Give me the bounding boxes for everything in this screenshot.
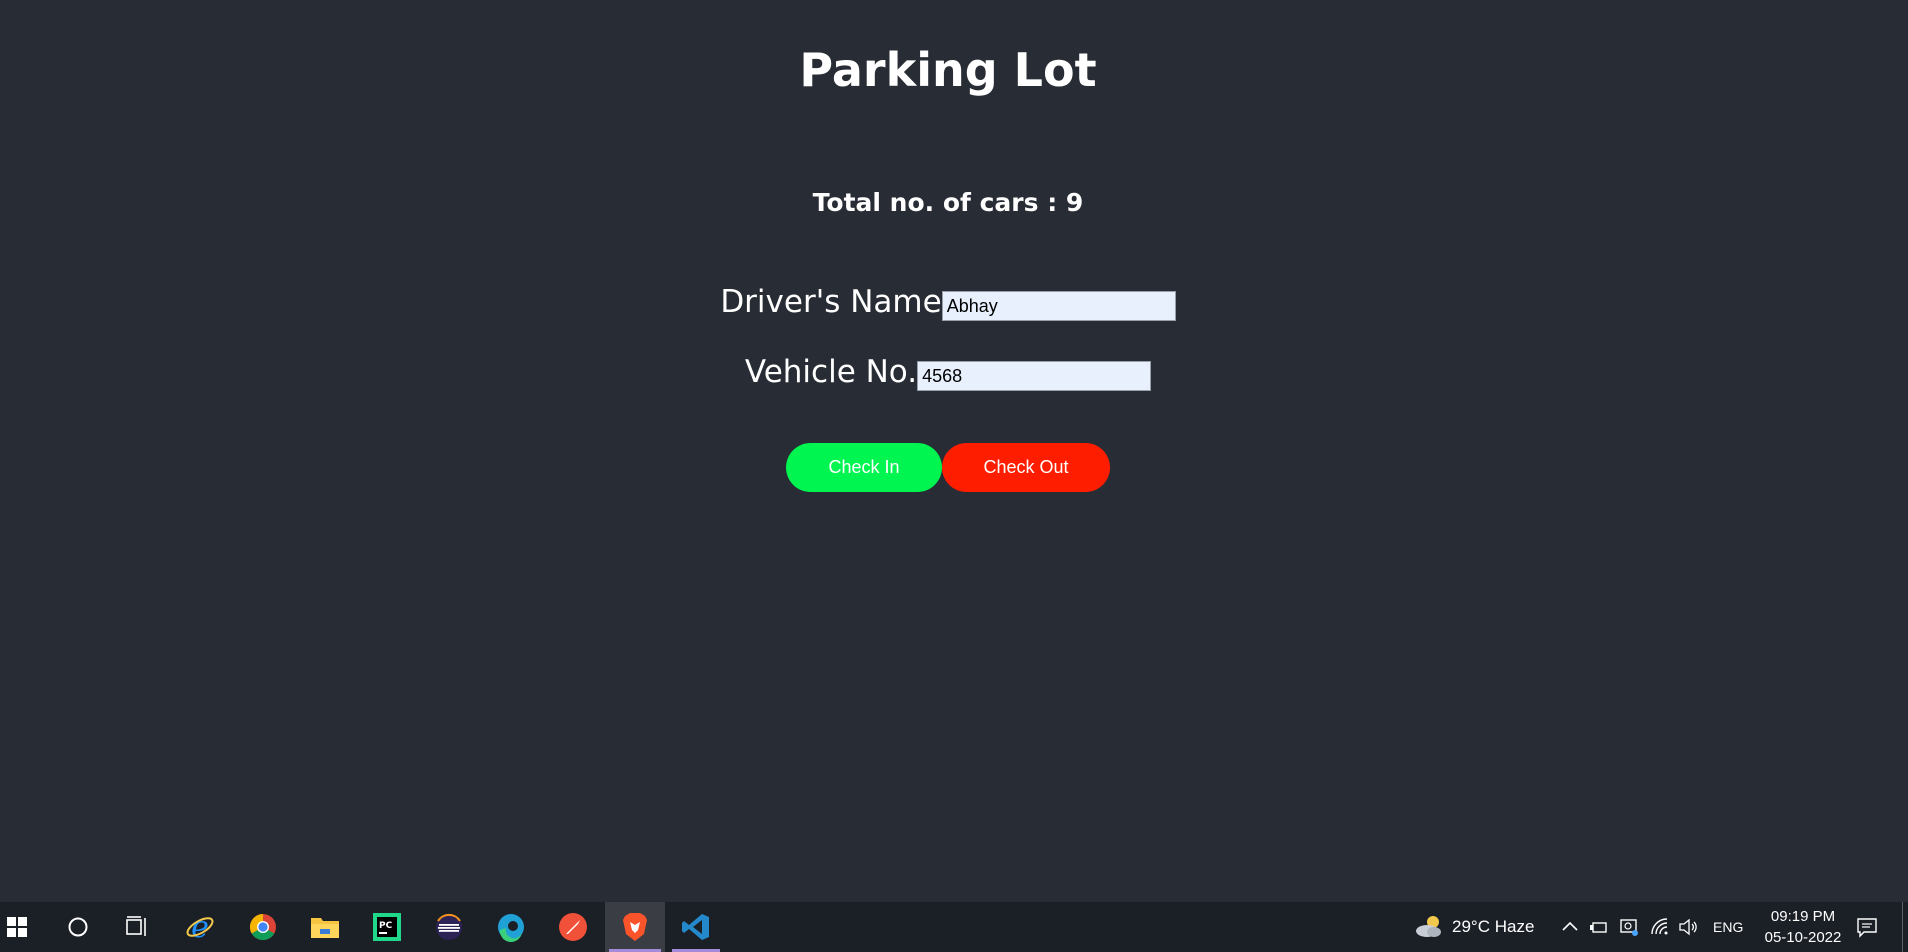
edge-button[interactable] (481, 902, 541, 952)
clock[interactable]: 09:19 PM 05-10-2022 (1748, 906, 1858, 948)
notification-center-icon[interactable] (1856, 916, 1878, 938)
action-buttons: Check In Check Out (0, 443, 1896, 492)
brave-button[interactable] (605, 902, 665, 952)
brave-icon (623, 913, 647, 941)
vscode-button[interactable] (668, 902, 724, 952)
clock-time: 09:19 PM (1770, 908, 1836, 925)
internet-explorer-icon: e (186, 912, 214, 942)
vehicle-number-input[interactable] (917, 361, 1152, 391)
svg-text:PC: PC (379, 921, 393, 931)
swift-playgrounds-button[interactable] (543, 902, 603, 952)
edge-icon (498, 914, 524, 942)
chrome-button[interactable] (233, 902, 293, 952)
eclipse-icon (436, 914, 462, 940)
language-indicator[interactable]: ENG (1713, 902, 1743, 952)
search-icon (68, 917, 88, 937)
task-view-icon (126, 916, 146, 936)
driver-name-input[interactable] (941, 291, 1176, 321)
file-explorer-icon (311, 918, 339, 938)
pycharm-icon: PC (373, 913, 401, 941)
pycharm-button[interactable]: PC (357, 902, 417, 952)
start-icon (7, 917, 27, 937)
check-out-button[interactable]: Check Out (942, 443, 1110, 492)
eclipse-button[interactable] (419, 902, 479, 952)
windows-taskbar: e PC 29°C Haze ENG 09:19 PM 05-10-2022 (0, 902, 1908, 952)
chevron-up-icon[interactable] (1560, 917, 1580, 937)
wifi-icon[interactable] (1650, 917, 1670, 937)
driver-name-row: Driver's Name (0, 280, 1896, 324)
internet-explorer-button[interactable]: e (170, 902, 230, 952)
driver-name-label: Driver's Name (720, 284, 942, 320)
clock-date: 05-10-2022 (1764, 929, 1842, 946)
chrome-icon (249, 913, 276, 941)
file-explorer-button[interactable] (295, 902, 355, 952)
search-button[interactable] (48, 902, 108, 952)
weather-text: 29°C Haze (1452, 917, 1535, 936)
page-title: Parking Lot (799, 43, 1097, 97)
meet-now-icon[interactable] (1619, 917, 1639, 937)
task-view-button[interactable] (108, 902, 168, 952)
swift-icon (559, 913, 587, 941)
parking-lot-app: Parking Lot Total no. of cars : 9 Driver… (0, 0, 1908, 902)
total-cars-label: Total no. of cars : 9 (812, 188, 1084, 217)
svg-text:e: e (191, 912, 209, 942)
weather-cloud-moon-icon (1416, 916, 1441, 937)
vehicle-number-row: Vehicle No. (0, 350, 1896, 394)
vscode-icon (682, 914, 709, 940)
start-button[interactable] (0, 902, 34, 952)
check-in-button[interactable]: Check In (786, 443, 942, 492)
vehicle-number-label: Vehicle No. (744, 354, 918, 390)
battery-icon[interactable] (1589, 917, 1609, 937)
volume-icon[interactable] (1678, 917, 1698, 937)
show-desktop-button[interactable] (1902, 902, 1903, 952)
weather-widget[interactable]: 29°C Haze (1414, 902, 1534, 952)
